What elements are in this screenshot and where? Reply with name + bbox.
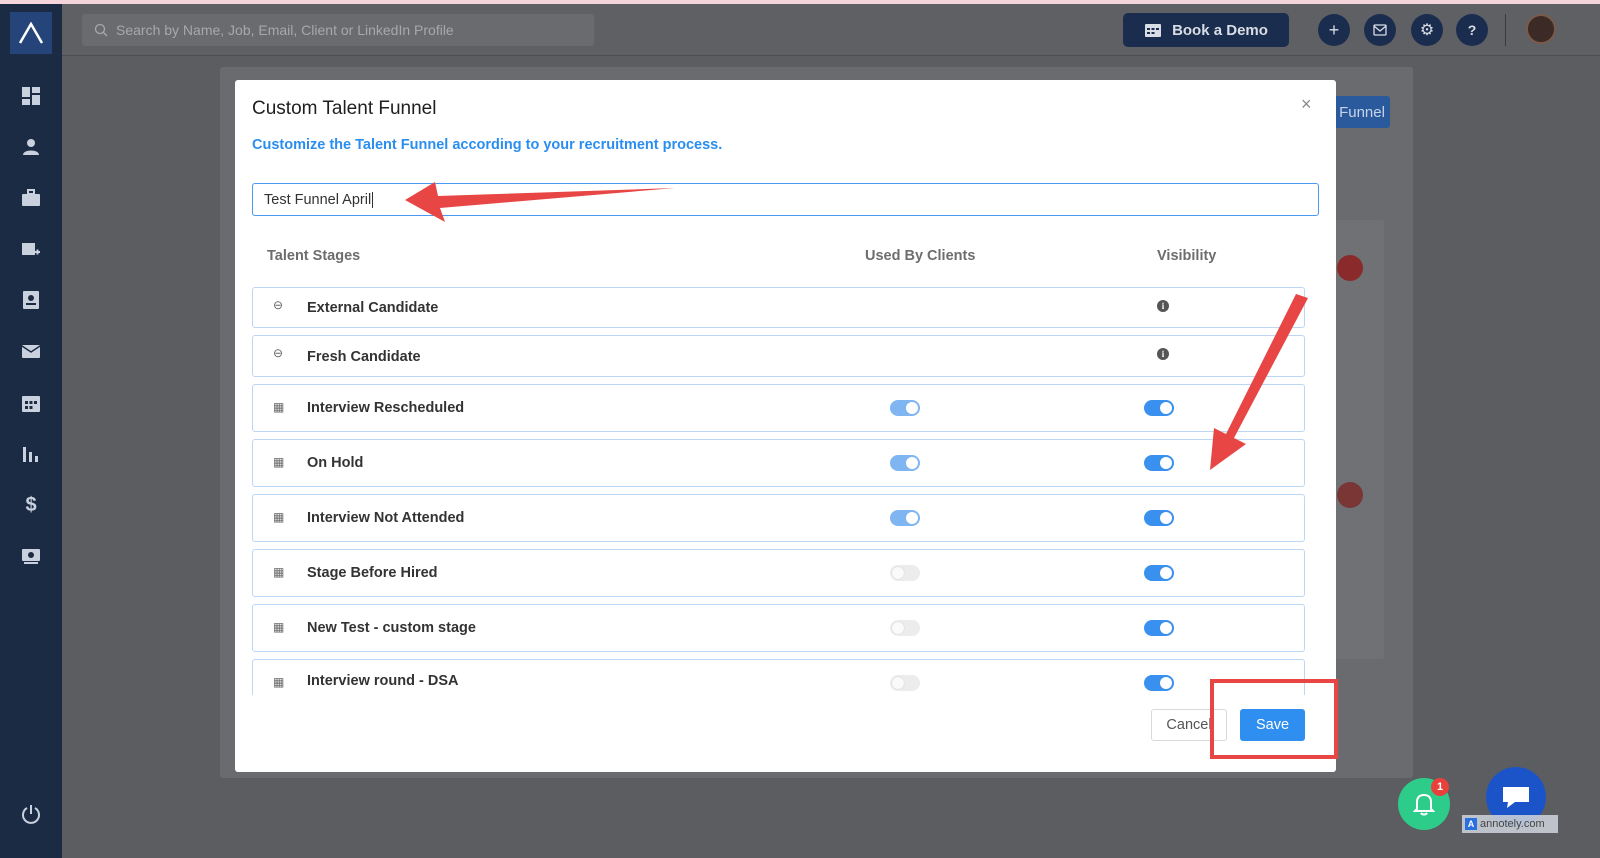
calendar-icon xyxy=(1145,24,1162,37)
visibility-toggle[interactable] xyxy=(1144,510,1174,526)
modal-subtitle: Customize the Talent Funnel according to… xyxy=(252,137,723,153)
stage-name: Interview Rescheduled xyxy=(307,400,465,416)
header-divider xyxy=(1505,14,1506,46)
stage-row[interactable]: ▦ New Test - custom stage xyxy=(252,604,1305,652)
stage-name: New Test - custom stage xyxy=(307,620,476,636)
used-by-clients-toggle xyxy=(890,455,920,471)
text-cursor xyxy=(372,191,374,208)
book-demo-label: Book a Demo xyxy=(1172,21,1268,39)
background-funnel-button: Funnel xyxy=(1334,96,1390,128)
drag-handle-icon[interactable]: ▦ xyxy=(273,620,284,634)
briefcase-icon[interactable] xyxy=(19,186,43,210)
gear-icon: ⚙ xyxy=(1419,22,1435,39)
add-button[interactable]: + xyxy=(1318,14,1350,46)
close-icon[interactable]: × xyxy=(1301,94,1312,115)
visibility-toggle[interactable] xyxy=(1144,620,1174,636)
stage-row[interactable]: ▦ Interview round - DSA xyxy=(252,659,1305,695)
add-job-icon[interactable] xyxy=(19,237,43,261)
stage-row[interactable]: ▦ Interview Not Attended xyxy=(252,494,1305,542)
stage-name: On Hold xyxy=(307,455,364,471)
watermark: A annotely.com xyxy=(1462,815,1558,833)
avatar[interactable] xyxy=(1526,14,1556,44)
background-panel xyxy=(1334,220,1384,460)
power-icon[interactable] xyxy=(19,802,43,826)
logo-icon xyxy=(18,22,44,44)
drag-handle-icon[interactable]: ▦ xyxy=(273,510,284,524)
dollar-icon[interactable]: $ xyxy=(19,493,43,517)
used-by-clients-toggle[interactable] xyxy=(890,675,920,691)
app-logo[interactable] xyxy=(10,12,52,54)
visibility-toggle[interactable] xyxy=(1144,565,1174,581)
watermark-logo-icon: A xyxy=(1465,818,1477,830)
stage-row: ⊖ Fresh Candidate i xyxy=(252,335,1305,377)
info-icon[interactable]: i xyxy=(1157,348,1169,360)
chat-icon xyxy=(1503,787,1529,808)
visibility-toggle[interactable] xyxy=(1144,455,1174,471)
stage-name: Fresh Candidate xyxy=(307,349,421,365)
column-header-used-by-clients: Used By Clients xyxy=(865,248,976,264)
book-demo-button[interactable]: Book a Demo xyxy=(1123,13,1289,47)
trash-icon xyxy=(1337,482,1363,508)
user-icon[interactable] xyxy=(19,135,43,159)
funnel-name-value: Test Funnel April xyxy=(264,191,372,208)
visibility-toggle[interactable] xyxy=(1144,400,1174,416)
calendar-icon[interactable] xyxy=(19,391,43,415)
modal-title: Custom Talent Funnel xyxy=(252,98,437,119)
mail-button[interactable] xyxy=(1364,14,1396,46)
used-by-clients-toggle[interactable] xyxy=(890,620,920,636)
background-funnel-button-label: Funnel xyxy=(1339,103,1385,121)
help-button[interactable]: ? xyxy=(1456,14,1488,46)
plus-icon: + xyxy=(1328,19,1340,40)
dashboard-icon[interactable] xyxy=(19,84,43,108)
visibility-toggle[interactable] xyxy=(1144,675,1174,691)
drag-handle-icon[interactable]: ▦ xyxy=(273,675,284,689)
contacts-icon[interactable] xyxy=(19,288,43,312)
annotation-highlight-box xyxy=(1210,679,1338,759)
trash-icon xyxy=(1337,255,1363,281)
stage-row[interactable]: ▦ Interview Rescheduled xyxy=(252,384,1305,432)
drag-handle-icon[interactable]: ▦ xyxy=(273,565,284,579)
background-panel xyxy=(1334,447,1384,659)
stage-row[interactable]: ▦ Stage Before Hired xyxy=(252,549,1305,597)
stage-list: ⊖ External Candidate i ⊖ Fresh Candidate… xyxy=(252,287,1305,695)
search-icon xyxy=(94,23,108,37)
watermark-text: annotely.com xyxy=(1480,818,1545,830)
stage-name: Interview Not Attended xyxy=(307,510,465,526)
used-by-clients-toggle xyxy=(890,510,920,526)
top-header: Search by Name, Job, Email, Client or Li… xyxy=(62,4,1600,56)
drag-handle-icon[interactable]: ▦ xyxy=(273,400,284,414)
stage-row: ⊖ External Candidate i xyxy=(252,287,1305,328)
used-by-clients-toggle[interactable] xyxy=(890,565,920,581)
mail-icon[interactable] xyxy=(19,339,43,363)
custom-talent-funnel-modal: Custom Talent Funnel × Customize the Tal… xyxy=(235,80,1336,772)
column-header-stages: Talent Stages xyxy=(267,248,361,264)
sidebar: $ xyxy=(0,4,62,858)
used-by-clients-toggle xyxy=(890,400,920,416)
bell-icon xyxy=(1413,793,1435,816)
drag-handle-icon[interactable]: ▦ xyxy=(273,455,284,469)
stage-name: External Candidate xyxy=(307,300,439,316)
stage-name: Interview round - DSA xyxy=(307,673,459,689)
column-header-visibility: Visibility xyxy=(1157,248,1217,264)
stage-row[interactable]: ▦ On Hold xyxy=(252,439,1305,487)
search-bar[interactable]: Search by Name, Job, Email, Client or Li… xyxy=(82,14,594,46)
analytics-icon[interactable] xyxy=(19,442,43,466)
mail-icon xyxy=(1373,24,1387,36)
search-input[interactable]: Search by Name, Job, Email, Client or Li… xyxy=(116,22,454,38)
minus-circle-icon: ⊖ xyxy=(273,346,284,360)
settings-button[interactable]: ⚙ xyxy=(1411,14,1443,46)
billing-icon[interactable] xyxy=(19,544,43,568)
help-icon: ? xyxy=(1467,22,1477,38)
info-icon[interactable]: i xyxy=(1157,300,1169,312)
funnel-name-input[interactable]: Test Funnel April xyxy=(252,183,1319,216)
minus-circle-icon: ⊖ xyxy=(273,298,284,312)
notification-badge: 1 xyxy=(1431,778,1449,796)
stage-name: Stage Before Hired xyxy=(307,565,438,581)
